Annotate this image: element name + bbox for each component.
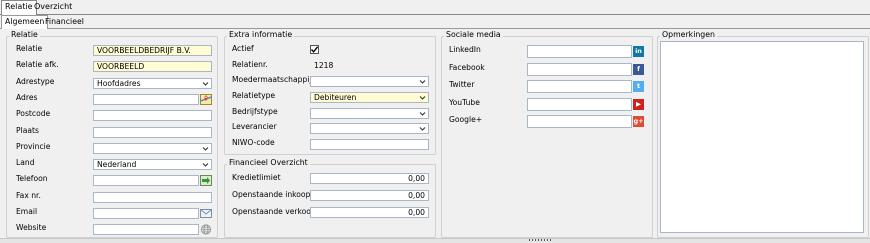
kredietlimiet-label: Kredietlimiet <box>232 173 281 182</box>
email-button[interactable] <box>200 208 212 219</box>
fax-label: Fax nr. <box>16 190 41 200</box>
facebook-icon[interactable]: f <box>633 63 644 75</box>
tab-overzicht[interactable]: Overzicht <box>31 1 75 13</box>
fax-input[interactable] <box>93 191 212 203</box>
map-icon <box>200 93 212 105</box>
bedrijfstype-select[interactable] <box>310 107 429 119</box>
bedrijfstype-label: Bedrijfstype <box>232 106 278 116</box>
relatienr-value: 1218 <box>310 60 429 71</box>
leverancier-select[interactable] <box>310 123 429 135</box>
actief-label: Actief <box>232 44 254 53</box>
adrestype-label: Adrestype <box>16 76 55 86</box>
openstaande-verkoop-label: Openstaande verkoop <box>232 207 316 216</box>
moedermaatschappij-select[interactable] <box>310 76 429 87</box>
googleplus-input[interactable] <box>527 115 632 129</box>
land-value: Nederland <box>97 160 137 170</box>
provincie-select[interactable] <box>93 142 212 154</box>
adrestype-select[interactable]: Hoofdadres <box>93 77 212 89</box>
phone-icon <box>200 175 212 187</box>
niwo-label: NIWO-code <box>232 138 275 147</box>
twitter-icon[interactable]: t <box>633 81 644 93</box>
youtube-input[interactable] <box>527 97 632 111</box>
land-label: Land <box>16 158 35 168</box>
email-icon <box>200 209 212 218</box>
moedermaatschappij-label: Moedermaatschappij <box>232 75 312 84</box>
postcode-input[interactable] <box>93 110 212 122</box>
telefoon-input[interactable] <box>93 175 199 187</box>
website-button[interactable] <box>200 224 212 235</box>
googleplus-label: Google+ <box>449 115 483 125</box>
openstaande-inkoop-input[interactable]: 0,00 <box>310 190 429 201</box>
provincie-label: Provincie <box>16 141 51 151</box>
chevron-down-icon <box>202 81 209 86</box>
status-bar <box>0 238 870 243</box>
resize-grip[interactable] <box>529 239 553 241</box>
relatienr-label: Relatienr. <box>232 60 268 69</box>
postcode-label: Postcode <box>16 109 51 119</box>
kredietlimiet-input[interactable]: 0,00 <box>310 173 429 184</box>
linkedin-label: LinkedIn <box>449 45 481 54</box>
leverancier-label: Leverancier <box>232 122 277 132</box>
relatie-input[interactable]: VOORBEELDBEDRIJF B.V. <box>93 45 212 56</box>
actief-checkbox[interactable] <box>310 45 319 54</box>
extra-info-group-title: Extra informatie <box>227 30 295 39</box>
openstaande-verkoop-input[interactable]: 0,00 <box>310 207 429 218</box>
twitter-label: Twitter <box>449 80 475 90</box>
email-label: Email <box>16 207 38 216</box>
opmerkingen-textarea[interactable] <box>660 41 864 233</box>
twitter-input[interactable] <box>527 80 632 94</box>
plaats-label: Plaats <box>16 125 39 135</box>
adres-button[interactable] <box>200 93 212 105</box>
plaats-input[interactable] <box>93 126 212 138</box>
relatie-afk-value: VOORBEELD <box>97 62 145 72</box>
website-input[interactable] <box>93 224 199 236</box>
adrestype-value: Hoofdadres <box>97 78 141 88</box>
opmerkingen-group-title: Opmerkingen <box>660 30 717 39</box>
chevron-down-icon <box>419 111 426 116</box>
adres-input[interactable] <box>93 93 199 105</box>
googleplus-icon[interactable]: g+ <box>633 116 644 128</box>
facebook-input[interactable] <box>527 62 632 76</box>
relatie-label: Relatie <box>16 44 43 53</box>
sub-tab-bar: Algemeen Financieel <box>0 15 870 29</box>
telefoon-button[interactable] <box>200 175 212 187</box>
relatie-group-title: Relatie <box>9 30 40 39</box>
main-tab-bar: Relatie Overzicht <box>0 0 870 15</box>
chevron-down-icon <box>202 146 209 151</box>
linkedin-icon[interactable]: in <box>633 46 644 57</box>
chevron-down-icon <box>202 163 209 167</box>
relatie-afk-input[interactable]: VOORBEELD <box>93 61 212 73</box>
relatietype-select[interactable]: Debiteuren <box>310 91 429 103</box>
telefoon-label: Telefoon <box>16 174 48 184</box>
openstaande-inkoop-label: Openstaande inkoop <box>232 190 311 199</box>
relatie-afk-label: Relatie afk. <box>16 60 59 70</box>
tab-financieel[interactable]: Financieel <box>42 16 87 27</box>
relatietype-label: Relatietype <box>232 90 276 100</box>
youtube-icon[interactable]: ▶ <box>633 98 644 110</box>
relatietype-value: Debiteuren <box>314 92 357 102</box>
land-select[interactable]: Nederland <box>93 159 212 171</box>
adres-label: Adres <box>16 92 38 102</box>
checkmark-icon <box>310 46 319 53</box>
financieel-group-title: Financieel Overzicht <box>227 158 310 167</box>
email-input[interactable] <box>93 208 199 219</box>
chevron-down-icon <box>419 127 426 132</box>
youtube-label: YouTube <box>449 97 480 107</box>
website-label: Website <box>16 223 47 233</box>
chevron-down-icon <box>419 95 426 100</box>
globe-icon <box>200 224 212 235</box>
relatie-value: VOORBEELDBEDRIJF B.V. <box>97 46 191 55</box>
niwo-input[interactable] <box>310 139 429 150</box>
chevron-down-icon <box>419 80 426 84</box>
facebook-label: Facebook <box>449 62 485 72</box>
linkedin-input[interactable] <box>527 45 632 58</box>
social-media-group-title: Sociale media <box>444 30 503 39</box>
